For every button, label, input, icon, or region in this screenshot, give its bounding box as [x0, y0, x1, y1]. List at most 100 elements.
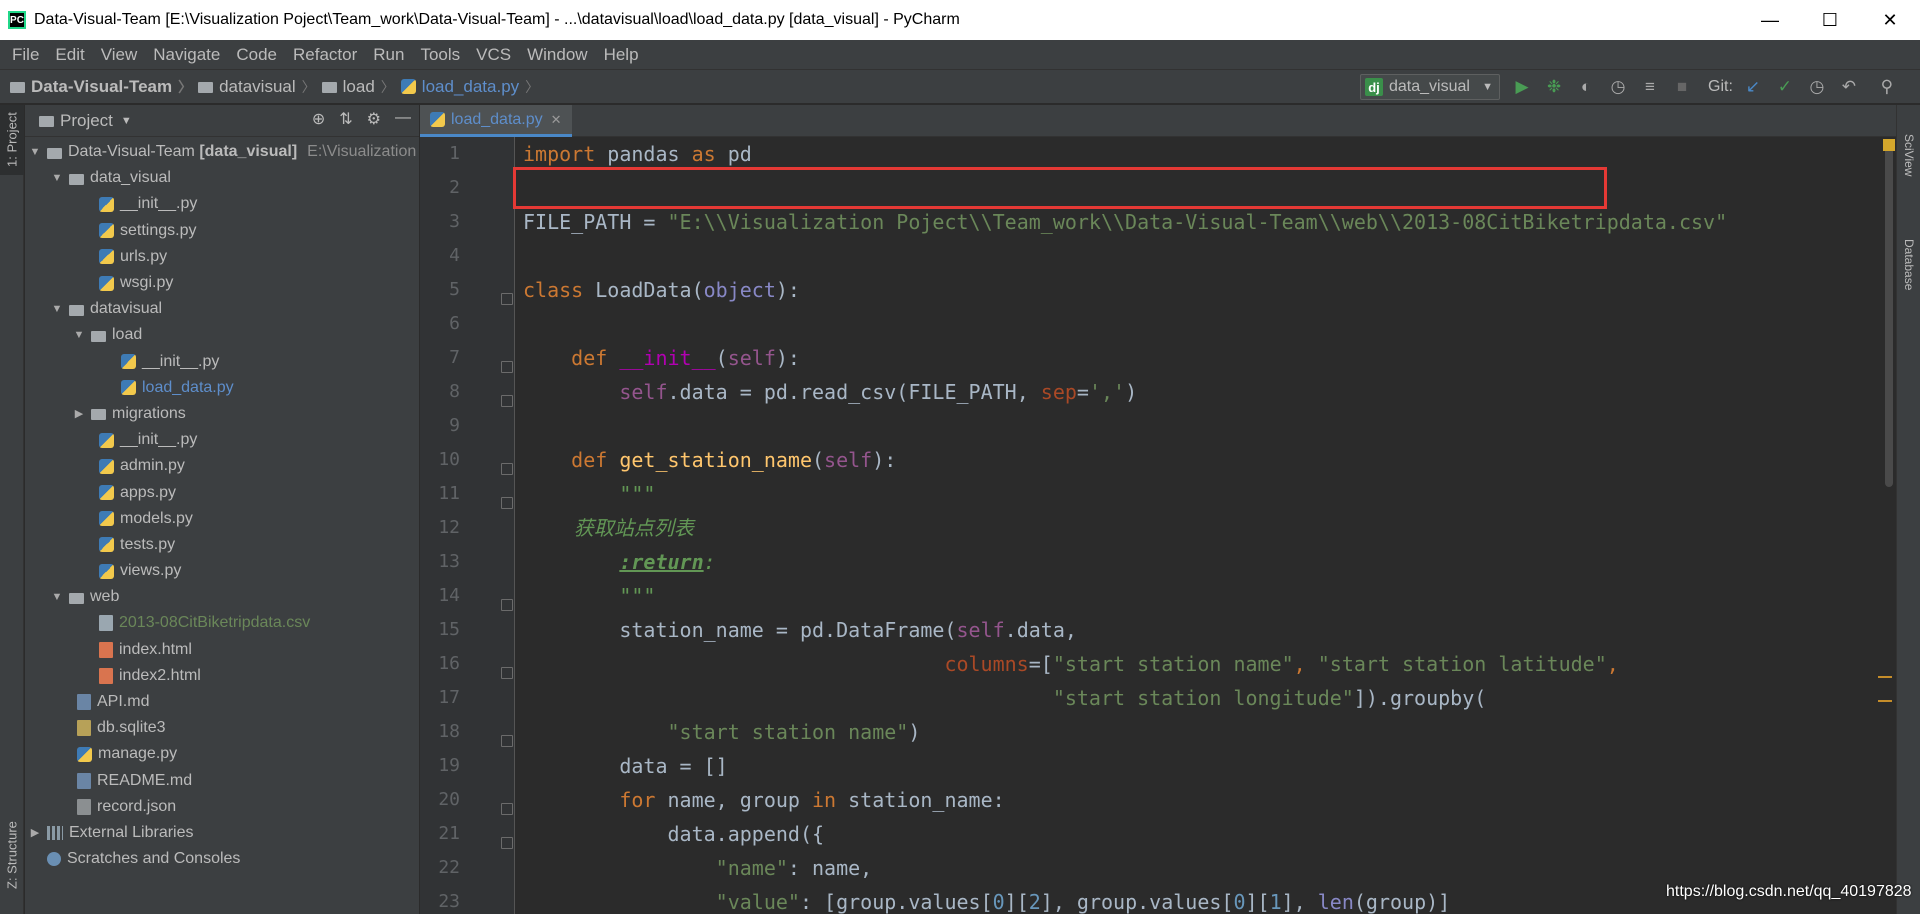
fold-marker-icon[interactable] — [501, 667, 513, 679]
breadcrumb-load[interactable]: load 〉 — [321, 77, 401, 97]
project-panel: Project ▼ ⊕ ⇅ ⚙ — ▼ Data-Visual-Team [dat… — [25, 105, 420, 914]
menu-navigate[interactable]: Navigate — [145, 45, 228, 65]
tab-database[interactable]: Database — [1897, 215, 1920, 315]
code-editor[interactable]: 1 2 3 4 5 6 7 8 9 10 11 12 13 14 15 16 1… — [420, 137, 1896, 914]
line-number: 19 — [438, 755, 460, 776]
menu-run[interactable]: Run — [365, 45, 412, 65]
tree-node-file[interactable]: admin.py — [25, 453, 419, 479]
right-tool-strip: SciView Database — [1896, 105, 1920, 914]
code-line-18: "start station name") — [667, 720, 921, 744]
breadcrumb-project[interactable]: Data-Visual-Team 〉 — [10, 77, 198, 97]
hide-icon[interactable]: — — [395, 109, 411, 129]
tree-node-folder[interactable]: ▼ datavisual — [25, 296, 419, 322]
tree-node-file[interactable]: db.sqlite3 — [25, 715, 419, 741]
tree-node-file[interactable]: __init__.py — [25, 427, 419, 453]
history-icon[interactable]: ◷ — [1805, 75, 1829, 99]
fold-marker-icon[interactable] — [501, 395, 513, 407]
tree-node-folder[interactable]: ▼ load — [25, 322, 419, 348]
run-config-select[interactable]: dj data_visual ▼ — [1360, 74, 1500, 100]
debug-icon[interactable]: ❉ — [1542, 75, 1566, 99]
tree-node-file-selected[interactable]: load_data.py — [25, 375, 419, 401]
tree-node-libraries[interactable]: ▶ External Libraries — [25, 820, 419, 846]
git-update-icon[interactable]: ↙ — [1741, 75, 1765, 99]
tree-label: web — [90, 588, 120, 606]
tree-node-file[interactable]: apps.py — [25, 479, 419, 505]
tree-node-file[interactable]: settings.py — [25, 218, 419, 244]
line-number: 12 — [438, 517, 460, 538]
stop-icon[interactable]: ■ — [1670, 75, 1694, 99]
tree-node-file[interactable]: index2.html — [25, 663, 419, 689]
line-number: 16 — [438, 653, 460, 674]
menu-refactor[interactable]: Refactor — [285, 45, 365, 65]
fold-marker-icon[interactable] — [501, 803, 513, 815]
tree-node-file[interactable]: tests.py — [25, 532, 419, 558]
menu-view[interactable]: View — [93, 45, 146, 65]
code-line-23: "value": [group.values[0][2], group.valu… — [715, 890, 1451, 914]
gear-icon[interactable]: ⚙ — [367, 109, 381, 129]
tree-node-file[interactable]: __init__.py — [25, 191, 419, 217]
fold-marker-icon[interactable] — [501, 361, 513, 373]
tab-structure[interactable]: Z: Structure — [0, 805, 24, 905]
tab-project[interactable]: 1: Project — [0, 105, 24, 175]
tree-node-file[interactable]: API.md — [25, 689, 419, 715]
tree-node-file[interactable]: views.py — [25, 558, 419, 584]
run-icon[interactable]: ▶ — [1510, 75, 1534, 99]
revert-icon[interactable]: ↶ — [1837, 75, 1861, 99]
fold-marker-icon[interactable] — [501, 497, 513, 509]
close-button[interactable]: ✕ — [1860, 0, 1920, 40]
menu-vcs[interactable]: VCS — [468, 45, 519, 65]
tree-node-file[interactable]: wsgi.py — [25, 270, 419, 296]
menu-help[interactable]: Help — [596, 45, 647, 65]
tree-label: External Libraries — [69, 823, 194, 841]
breadcrumb-file[interactable]: load_data.py 〉 — [400, 77, 545, 97]
tree-node-folder[interactable]: ▼ data_visual — [25, 165, 419, 191]
tree-node-folder[interactable]: ▶ migrations — [25, 401, 419, 427]
project-panel-title[interactable]: Project — [60, 111, 113, 131]
git-commit-icon[interactable]: ✓ — [1773, 75, 1797, 99]
tree-node-file[interactable]: record.json — [25, 794, 419, 820]
error-stripe-mark[interactable] — [1878, 676, 1892, 678]
locate-icon[interactable]: ⊕ — [312, 109, 325, 129]
tree-node-file[interactable]: index.html — [25, 637, 419, 663]
line-number: 5 — [449, 279, 460, 300]
collapse-all-icon[interactable]: ⇅ — [339, 109, 352, 129]
navigation-bar: Data-Visual-Team 〉 datavisual 〉 load 〉 load… — [0, 70, 1920, 104]
concurrency-icon[interactable]: ≡ — [1638, 75, 1662, 99]
menu-file[interactable]: File — [4, 45, 47, 65]
tree-context: [data_visual] — [199, 143, 298, 161]
chevron-down-icon[interactable]: ▼ — [121, 115, 132, 127]
minimize-button[interactable]: — — [1740, 0, 1800, 40]
coverage-icon[interactable]: ◐ — [1574, 75, 1598, 99]
code-line-10: def get_station_name(self): — [571, 448, 897, 472]
search-icon[interactable]: ⚲ — [1875, 75, 1899, 99]
maximize-button[interactable]: ☐ — [1800, 0, 1860, 40]
menu-edit[interactable]: Edit — [47, 45, 92, 65]
close-icon[interactable]: ✕ — [551, 112, 562, 128]
tree-node-file[interactable]: README.md — [25, 768, 419, 794]
editor-tab-load-data[interactable]: load_data.py ✕ — [420, 105, 572, 137]
profile-icon[interactable]: ◷ — [1606, 75, 1630, 99]
tree-node-file[interactable]: urls.py — [25, 244, 419, 270]
tab-sciview[interactable]: SciView — [1897, 115, 1920, 195]
tree-node-file[interactable]: models.py — [25, 506, 419, 532]
tree-node-folder[interactable]: ▼ web — [25, 584, 419, 610]
fold-marker-icon[interactable] — [501, 463, 513, 475]
fold-marker-icon[interactable] — [501, 293, 513, 305]
tree-node-file[interactable]: 2013-08CitBiketripdata.csv — [25, 610, 419, 636]
tree-node-file[interactable]: manage.py — [25, 741, 419, 767]
scroll-thumb[interactable] — [1885, 147, 1893, 487]
tree-node-root[interactable]: ▼ Data-Visual-Team [data_visual] E:\Visual… — [25, 139, 419, 165]
breadcrumb-datavisual[interactable]: datavisual 〉 — [198, 77, 322, 97]
tree-node-scratches[interactable]: Scratches and Consoles — [25, 846, 419, 872]
fold-marker-icon[interactable] — [501, 735, 513, 747]
tree-label: __init__.py — [120, 195, 198, 213]
fold-marker-icon[interactable] — [501, 837, 513, 849]
warning-marker-icon[interactable] — [1883, 139, 1895, 151]
tree-node-file[interactable]: __init__.py — [25, 349, 419, 375]
fold-marker-icon[interactable] — [501, 599, 513, 611]
menu-tools[interactable]: Tools — [412, 45, 468, 65]
menu-code[interactable]: Code — [228, 45, 285, 65]
editor-scrollbar[interactable] — [1883, 137, 1895, 914]
menu-window[interactable]: Window — [519, 45, 595, 65]
error-stripe-mark[interactable] — [1878, 700, 1892, 702]
